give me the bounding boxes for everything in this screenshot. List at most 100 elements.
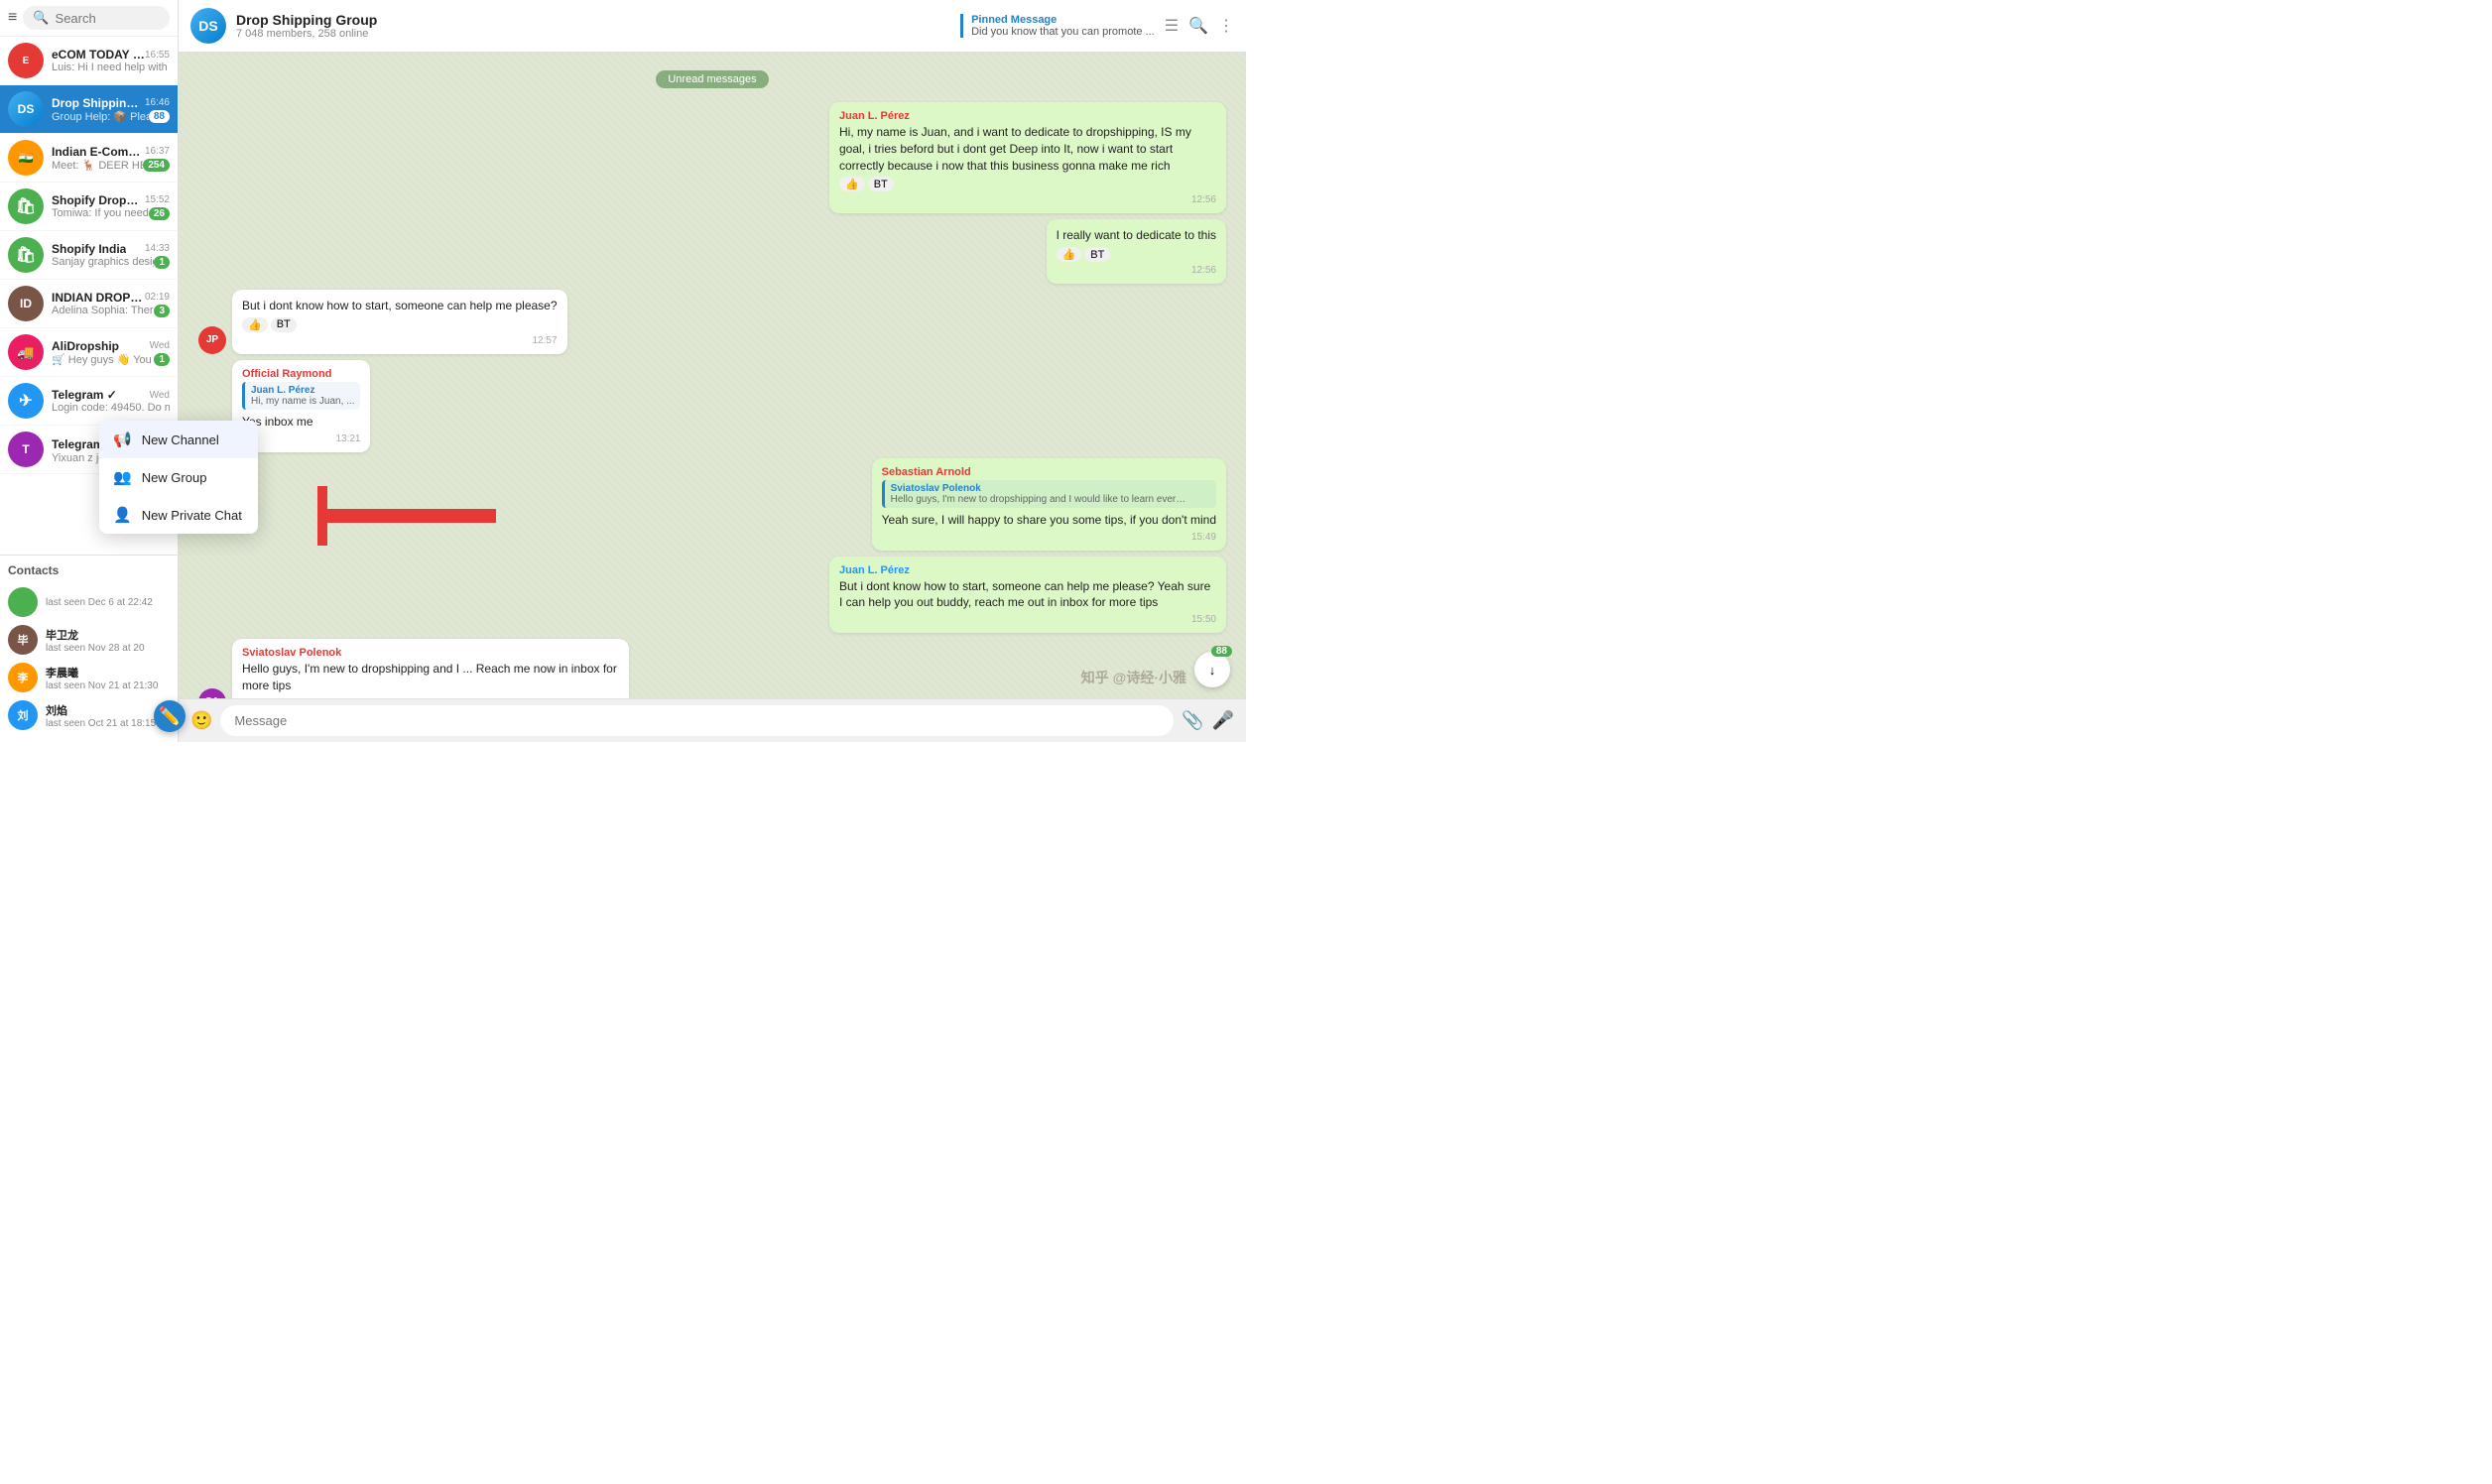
message-meta: 12:56 (839, 194, 1216, 205)
chat-item-indian-drop[interactable]: IDINDIAN DROPSHIPPING🚜🐻02:19Adelina Soph… (0, 280, 178, 328)
chat-preview: Tomiwa: If you need any recommenda... (52, 207, 149, 219)
context-menu: 📢New Channel👥New Group👤New Private Chat (99, 421, 258, 534)
contact-info: last seen Dec 6 at 22:42 (46, 597, 170, 608)
context-menu-item-new-private[interactable]: 👤New Private Chat (99, 496, 258, 534)
chat-header-avatar: DS (190, 8, 226, 44)
message-bubble[interactable]: Juan L. PérezBut i dont know how to star… (829, 556, 1226, 634)
contact-item-c2[interactable]: 毕毕卫龙last seen Nov 28 at 20 (8, 621, 170, 659)
message-time: 15:51 (594, 697, 619, 698)
sidebar: ≡ 🔍 EeCOM TODAY Ecommerce | ENG C...16:5… (0, 0, 179, 742)
contact-avatar: 刘 (8, 700, 38, 730)
chat-item-ecom[interactable]: EeCOM TODAY Ecommerce | ENG C...16:55Lui… (0, 37, 178, 85)
new-channel-icon: 📢 (113, 431, 132, 448)
scroll-down-icon: ↓ (1209, 663, 1216, 678)
chat-preview: Sanjay graphics designer full time freel… (52, 256, 154, 268)
chat-time: 15:52 (145, 194, 170, 205)
more-icon[interactable]: ⋮ (1218, 16, 1234, 36)
search-input[interactable] (56, 11, 160, 26)
reaction[interactable]: 👍 (242, 317, 268, 332)
message-meta: 12:57 (242, 335, 558, 346)
search-box[interactable]: 🔍 (23, 6, 170, 30)
fab-button[interactable]: ✏️ (154, 700, 186, 732)
message-text: Hello guys, I'm new to dropshipping and … (242, 661, 619, 694)
reply-name: Sviatoslav Polenok (891, 483, 1210, 494)
message-bubble[interactable]: Sebastian ArnoldSviatoslav PolenokHello … (872, 458, 1226, 551)
message-text: Yes inbox me (242, 414, 360, 431)
chat-name: Drop Shipping Group (52, 96, 145, 110)
message-bubble[interactable]: Juan L. Pérez Hi, my name is Juan, and i … (829, 102, 1226, 213)
message-input[interactable] (220, 705, 1174, 736)
chat-item-alidropship[interactable]: 🚚AliDropshipWed🛒 Hey guys 👋 You can book… (0, 328, 178, 377)
message-bubble[interactable]: Sviatoslav Polenok Hello guys, I'm new to… (232, 639, 629, 698)
reaction[interactable]: BT (271, 317, 297, 332)
chat-content: Shopify Dropshipping Knowledge ...15:52 T… (52, 193, 170, 220)
chat-avatar: 🚚 (8, 334, 44, 370)
chat-item-shopify[interactable]: 🛍 Shopify Dropshipping Knowledge ...15:52… (0, 183, 178, 231)
context-menu-item-new-group[interactable]: 👥New Group (99, 458, 258, 496)
contact-item-c1[interactable]: last seen Dec 6 at 22:42 (8, 583, 170, 621)
message-reactions: 👍BT (839, 177, 1216, 191)
chat-header-info: Drop Shipping Group 7 048 members, 258 o… (236, 12, 950, 40)
search-header-icon[interactable]: 🔍 (1188, 16, 1208, 36)
message-sender: Sebastian Arnold (882, 466, 1216, 478)
message-row: I really want to dedicate to this👍BT12:5… (198, 219, 1226, 284)
chat-time: 02:19 (145, 292, 170, 303)
contact-info: 刘焰last seen Oct 21 at 18:15 (46, 702, 170, 729)
contact-item-c4[interactable]: 刘刘焰last seen Oct 21 at 18:15 (8, 696, 170, 734)
chat-header-actions: Pinned Message Did you know that you can… (960, 14, 1234, 38)
chat-avatar: 🛍 (8, 188, 44, 224)
message-text: Hi, my name is Juan, and i want to dedic… (839, 124, 1216, 174)
chat-avatar: 🛍 (8, 237, 44, 273)
contact-name: 刘焰 (46, 702, 170, 718)
chat-item-telegram[interactable]: ✈Telegram ✓WedLogin code: 49450. Do not … (0, 377, 178, 426)
message-bubble[interactable]: I really want to dedicate to this👍BT12:5… (1047, 219, 1226, 284)
reply-name: Juan L. Pérez (251, 385, 354, 396)
attach-icon[interactable]: 📎 (1182, 710, 1203, 731)
menu-icon[interactable]: ≡ (8, 9, 17, 27)
message-sender: Juan L. Pérez (839, 564, 1216, 576)
chat-name: eCOM TODAY Ecommerce | ENG C... (52, 48, 145, 62)
message-text: But i dont know how to start, someone ca… (242, 298, 558, 314)
message-sender: Juan L. Pérez (839, 110, 1216, 122)
contact-info: 李晨曦last seen Nov 21 at 21:30 (46, 665, 170, 691)
message-bubble[interactable]: But i dont know how to start, someone ca… (232, 290, 567, 354)
chat-preview: Group Help: 📦 Please Follow The Gro... (52, 110, 149, 123)
scroll-to-bottom-button[interactable]: 88 ↓ (1194, 652, 1230, 687)
chat-name: Shopify India (52, 242, 126, 256)
chat-name: Shopify Dropshipping Knowledge ... (52, 193, 145, 207)
message-row: Juan L. PérezBut i dont know how to star… (198, 556, 1226, 634)
chat-preview: Adelina Sophia: There's this mining plat… (52, 305, 154, 316)
chat-header-name: Drop Shipping Group (236, 12, 950, 28)
mic-icon[interactable]: 🎤 (1212, 710, 1234, 731)
message-sender: Sviatoslav Polenok (242, 647, 619, 659)
chat-preview: Meet: 🦌 DEER HEAD MULTIPURPOS... (52, 159, 143, 172)
chat-avatar: ID (8, 286, 44, 321)
reaction[interactable]: 👍 (1057, 247, 1082, 262)
contact-avatar: 毕 (8, 625, 38, 655)
chat-item-dropshipping[interactable]: DSDrop Shipping Group16:46Group Help: 📦 … (0, 85, 178, 134)
new-group-icon: 👥 (113, 468, 132, 486)
emoji-icon[interactable]: 🙂 (190, 710, 212, 731)
reaction[interactable]: 👍 (839, 177, 865, 191)
chat-time: 16:37 (145, 146, 170, 157)
contact-info: 毕卫龙last seen Nov 28 at 20 (46, 627, 170, 654)
chat-avatar: E (8, 43, 44, 78)
list-icon[interactable]: ☰ (1165, 16, 1179, 36)
message-avatar: JP (198, 326, 226, 354)
contact-item-c3[interactable]: 李李晨曦last seen Nov 21 at 21:30 (8, 659, 170, 696)
reaction[interactable]: BT (868, 177, 894, 191)
pinned-message[interactable]: Pinned Message Did you know that you can… (960, 14, 1155, 38)
message-row: Juan L. Pérez Hi, my name is Juan, and i … (198, 102, 1226, 213)
chat-preview: Login code: 49450. Do not give this code… (52, 402, 170, 414)
contact-status: last seen Dec 6 at 22:42 (46, 597, 170, 608)
chat-item-shopify-india[interactable]: 🛍Shopify India14:33Sanjay graphics desig… (0, 231, 178, 280)
reaction[interactable]: BT (1084, 247, 1110, 262)
chat-avatar: 🇮🇳 (8, 140, 44, 176)
chat-avatar: ✈ (8, 383, 44, 419)
context-menu-item-new-channel[interactable]: 📢New Channel (99, 421, 258, 458)
chat-time: 16:46 (145, 97, 170, 108)
chat-item-indian[interactable]: 🇮🇳Indian E-Commerce Wholsaler B2...16:37… (0, 134, 178, 183)
chat-time: 16:55 (145, 50, 170, 61)
message-time: 12:56 (1191, 265, 1216, 276)
message-meta: 15:49 (882, 532, 1216, 543)
